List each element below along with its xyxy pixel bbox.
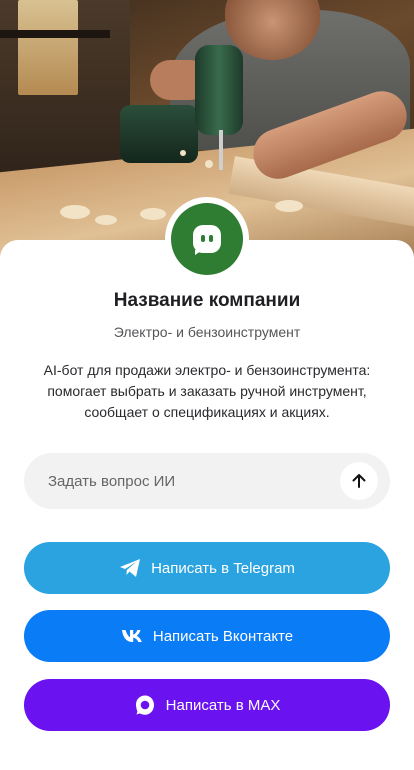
max-icon [134, 694, 156, 716]
arrow-up-icon [352, 474, 366, 488]
max-button-label: Написать в MAX [165, 696, 281, 714]
send-button[interactable] [340, 462, 378, 500]
company-description: AI-бот для продажи электро- и бензоинстр… [43, 362, 371, 420]
telegram-icon [119, 557, 141, 579]
vk-button-label: Написать Вконтакте [152, 627, 294, 645]
company-logo [165, 197, 249, 281]
chat-bot-icon [193, 225, 221, 255]
telegram-button-label: Написать в Telegram [151, 559, 295, 577]
write-telegram-button[interactable]: Написать в Telegram [24, 542, 390, 594]
write-max-button[interactable]: Написать в MAX [24, 679, 390, 731]
vk-icon [121, 625, 143, 647]
ask-ai-bar [24, 453, 390, 509]
company-category: Электро- и бензоинструмент [113, 324, 301, 340]
ask-ai-input[interactable] [24, 453, 340, 509]
company-name: Название компании [113, 290, 301, 311]
write-vk-button[interactable]: Написать Вконтакте [24, 610, 390, 662]
